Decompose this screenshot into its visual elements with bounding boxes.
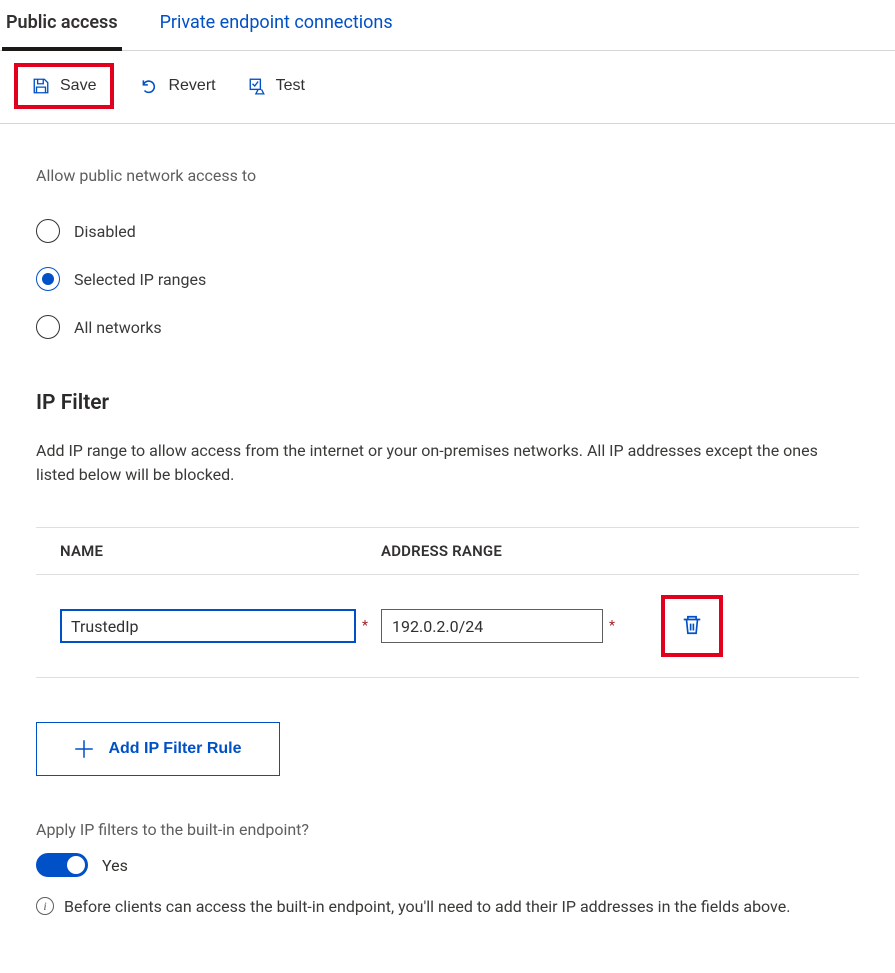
save-icon: [32, 77, 50, 95]
radio-selected-ip[interactable]: Selected IP ranges: [36, 255, 859, 303]
toolbar: Save Revert Test: [0, 51, 895, 124]
test-button[interactable]: Test: [242, 73, 311, 99]
radio-disabled[interactable]: Disabled: [36, 207, 859, 255]
access-radio-group: Disabled Selected IP ranges All networks: [36, 207, 859, 351]
save-button[interactable]: Save: [26, 73, 102, 99]
toggle-row: Yes: [36, 853, 859, 877]
ip-filter-desc: Add IP range to allow access from the in…: [36, 439, 859, 487]
save-label: Save: [60, 77, 96, 95]
ip-filter-table: NAME ADDRESS RANGE * *: [36, 527, 859, 678]
access-label: Allow public network access to: [36, 166, 859, 185]
plus-icon: [74, 739, 94, 759]
radio-checked-icon: [36, 267, 60, 291]
revert-button[interactable]: Revert: [134, 73, 221, 99]
revert-icon: [140, 77, 158, 95]
test-label: Test: [276, 77, 305, 95]
info-icon: i: [36, 897, 54, 915]
address-input[interactable]: [381, 609, 603, 643]
ip-filter-title: IP Filter: [36, 391, 859, 415]
delete-highlight: [661, 595, 723, 657]
apply-filters-label: Apply IP filters to the built-in endpoin…: [36, 820, 859, 839]
radio-label: Selected IP ranges: [74, 270, 206, 289]
radio-icon: [36, 219, 60, 243]
test-icon: [248, 77, 266, 95]
col-addr: ADDRESS RANGE: [381, 542, 641, 560]
revert-label: Revert: [168, 77, 215, 95]
info-text: Before clients can access the built-in e…: [64, 895, 790, 919]
save-highlight: Save: [14, 63, 114, 109]
delete-button[interactable]: [681, 614, 703, 639]
table-row: * *: [36, 575, 859, 678]
required-mark: *: [609, 618, 615, 634]
tab-public-access[interactable]: Public access: [2, 6, 122, 51]
apply-filters-toggle[interactable]: [36, 853, 88, 877]
col-name: NAME: [36, 542, 381, 560]
radio-label: Disabled: [74, 222, 136, 241]
table-header: NAME ADDRESS RANGE: [36, 528, 859, 575]
add-ip-filter-button[interactable]: Add IP Filter Rule: [36, 722, 280, 776]
radio-label: All networks: [74, 318, 162, 337]
required-mark: *: [362, 618, 368, 634]
radio-all-networks[interactable]: All networks: [36, 303, 859, 351]
tab-private-endpoints[interactable]: Private endpoint connections: [156, 6, 397, 50]
name-input[interactable]: [60, 609, 356, 643]
tab-bar: Public access Private endpoint connectio…: [0, 0, 895, 51]
toggle-label: Yes: [102, 856, 128, 875]
radio-icon: [36, 315, 60, 339]
add-label: Add IP Filter Rule: [108, 740, 241, 758]
info-row: i Before clients can access the built-in…: [36, 895, 859, 919]
trash-icon: [681, 614, 703, 636]
